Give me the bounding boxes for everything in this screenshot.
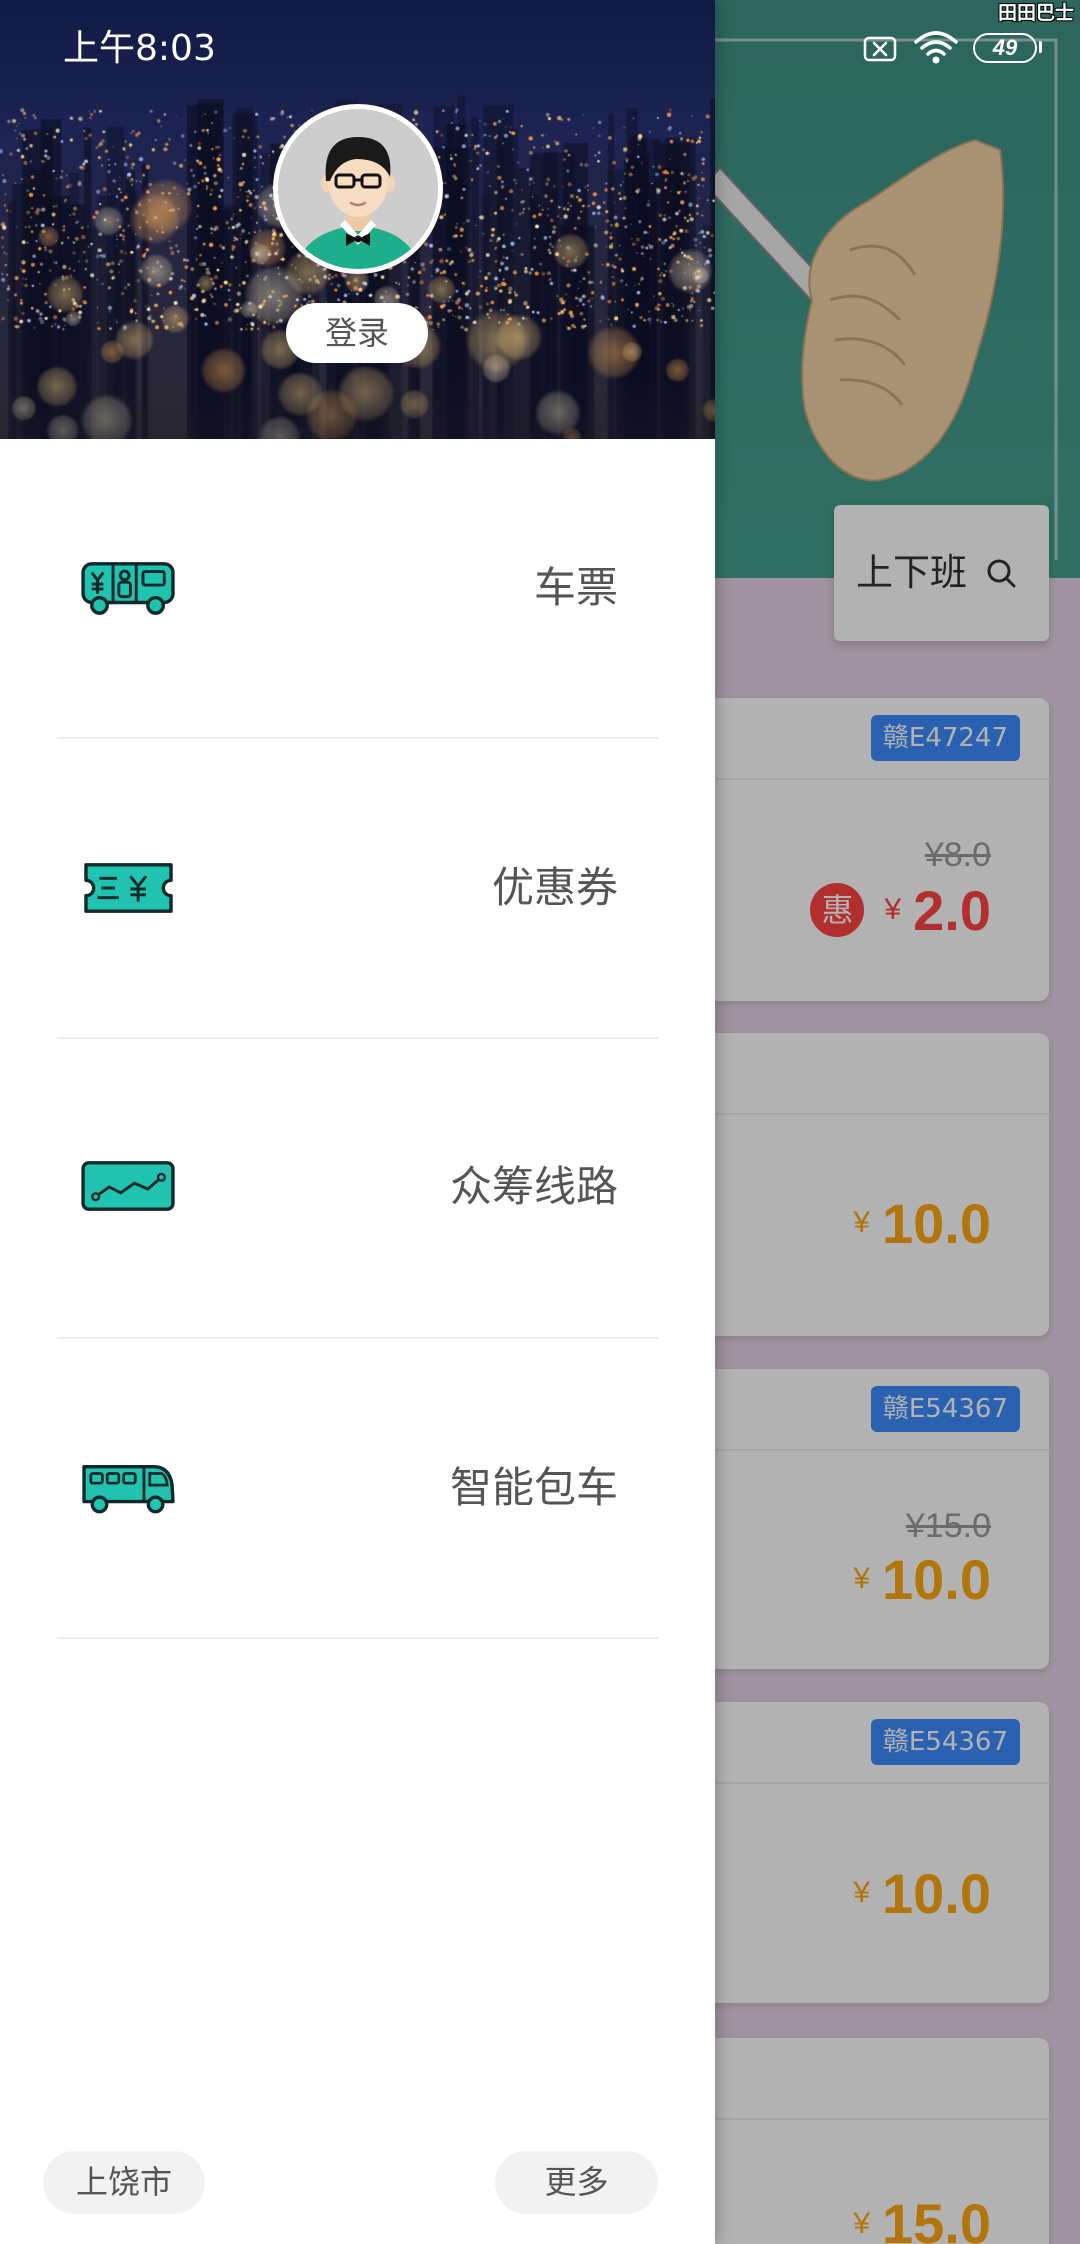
menu-item-coupons[interactable]: 优惠券 xyxy=(0,739,715,1037)
notification-cleared-icon xyxy=(863,36,897,62)
menu-label: 优惠券 xyxy=(491,863,618,912)
crowdfund-route-icon xyxy=(80,1158,177,1216)
menu-label: 智能包车 xyxy=(449,1463,618,1512)
avatar[interactable] xyxy=(273,104,443,274)
menu-item-bus-charter[interactable]: 智能包车 xyxy=(0,1339,715,1637)
wifi-icon xyxy=(914,31,958,64)
bus-charter-icon xyxy=(80,1459,177,1517)
coupon-icon xyxy=(80,859,177,917)
city-selector-button[interactable]: 上饶市 xyxy=(43,2151,205,2214)
app-watermark: 田田巴士 xyxy=(997,2,1074,24)
status-bar: 上午8:03 49 田田巴士 xyxy=(0,0,1080,100)
login-button[interactable]: 登录 xyxy=(286,303,428,363)
more-button[interactable]: 更多 xyxy=(495,2151,658,2214)
menu-divider xyxy=(57,1637,658,1639)
menu-item-tickets[interactable]: 车票 xyxy=(0,439,715,737)
bus-ticket-icon xyxy=(80,559,177,617)
menu-item-crowdfund-routes[interactable]: 众筹线路 xyxy=(0,1038,715,1336)
status-time: 上午8:03 xyxy=(63,28,216,69)
avatar-illustration xyxy=(278,109,438,269)
navigation-drawer: 登录 车票 优惠券 众筹线路 智能包车 上饶市 更多 xyxy=(0,0,715,2244)
menu-label: 车票 xyxy=(533,563,618,612)
battery-icon: 49 xyxy=(973,33,1037,63)
battery-tip xyxy=(1039,41,1042,53)
menu-label: 众筹线路 xyxy=(449,1162,618,1211)
